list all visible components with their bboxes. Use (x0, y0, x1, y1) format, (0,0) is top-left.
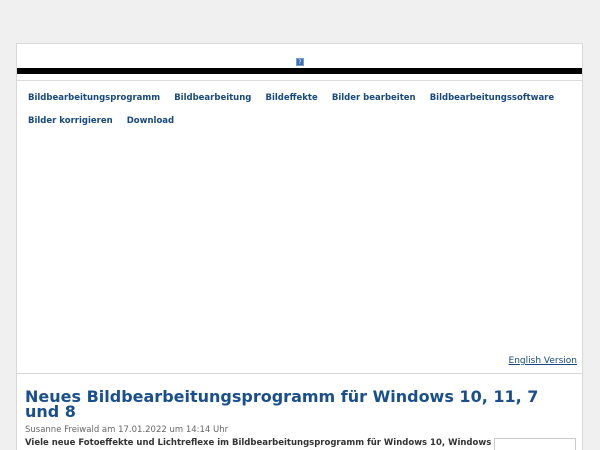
nav-link-bildbearbeitungsprogramm[interactable]: Bildbearbeitungsprogramm (28, 89, 160, 108)
nav-link-bildeffekte[interactable]: Bildeffekte (265, 89, 317, 108)
nav-link-bilder-bearbeiten[interactable]: Bilder bearbeiten (332, 89, 416, 108)
article-lead: Viele neue Fotoeffekte und Lichtreflexe … (25, 438, 495, 448)
nav-link-bildbearbeitung[interactable]: Bildbearbeitung (174, 89, 251, 108)
site-header: ? (17, 44, 582, 68)
nav-divider (17, 80, 582, 81)
content-divider (17, 373, 582, 374)
nav-link-bildbearbeitungssoftware[interactable]: Bildbearbeitungssoftware (430, 89, 554, 108)
english-version-link[interactable]: English Version (509, 356, 577, 366)
broken-image-icon[interactable]: ? (296, 58, 304, 66)
ad-placeholder (17, 130, 582, 350)
page-container: ? Bildbearbeitungsprogramm Bildbearbeitu… (16, 43, 583, 450)
nav-link-bilder-korrigieren[interactable]: Bilder korrigieren (28, 112, 113, 131)
article-title: Neues Bildbearbeitungsprogramm für Windo… (25, 387, 539, 421)
article-meta: Susanne Freiwald am 17.01.2022 um 14:14 … (25, 425, 229, 435)
main-navigation: Bildbearbeitungsprogramm Bildbearbeitung… (28, 85, 568, 131)
nav-link-download[interactable]: Download (127, 112, 174, 131)
header-bar (17, 68, 582, 74)
sidebar-box (494, 438, 576, 450)
